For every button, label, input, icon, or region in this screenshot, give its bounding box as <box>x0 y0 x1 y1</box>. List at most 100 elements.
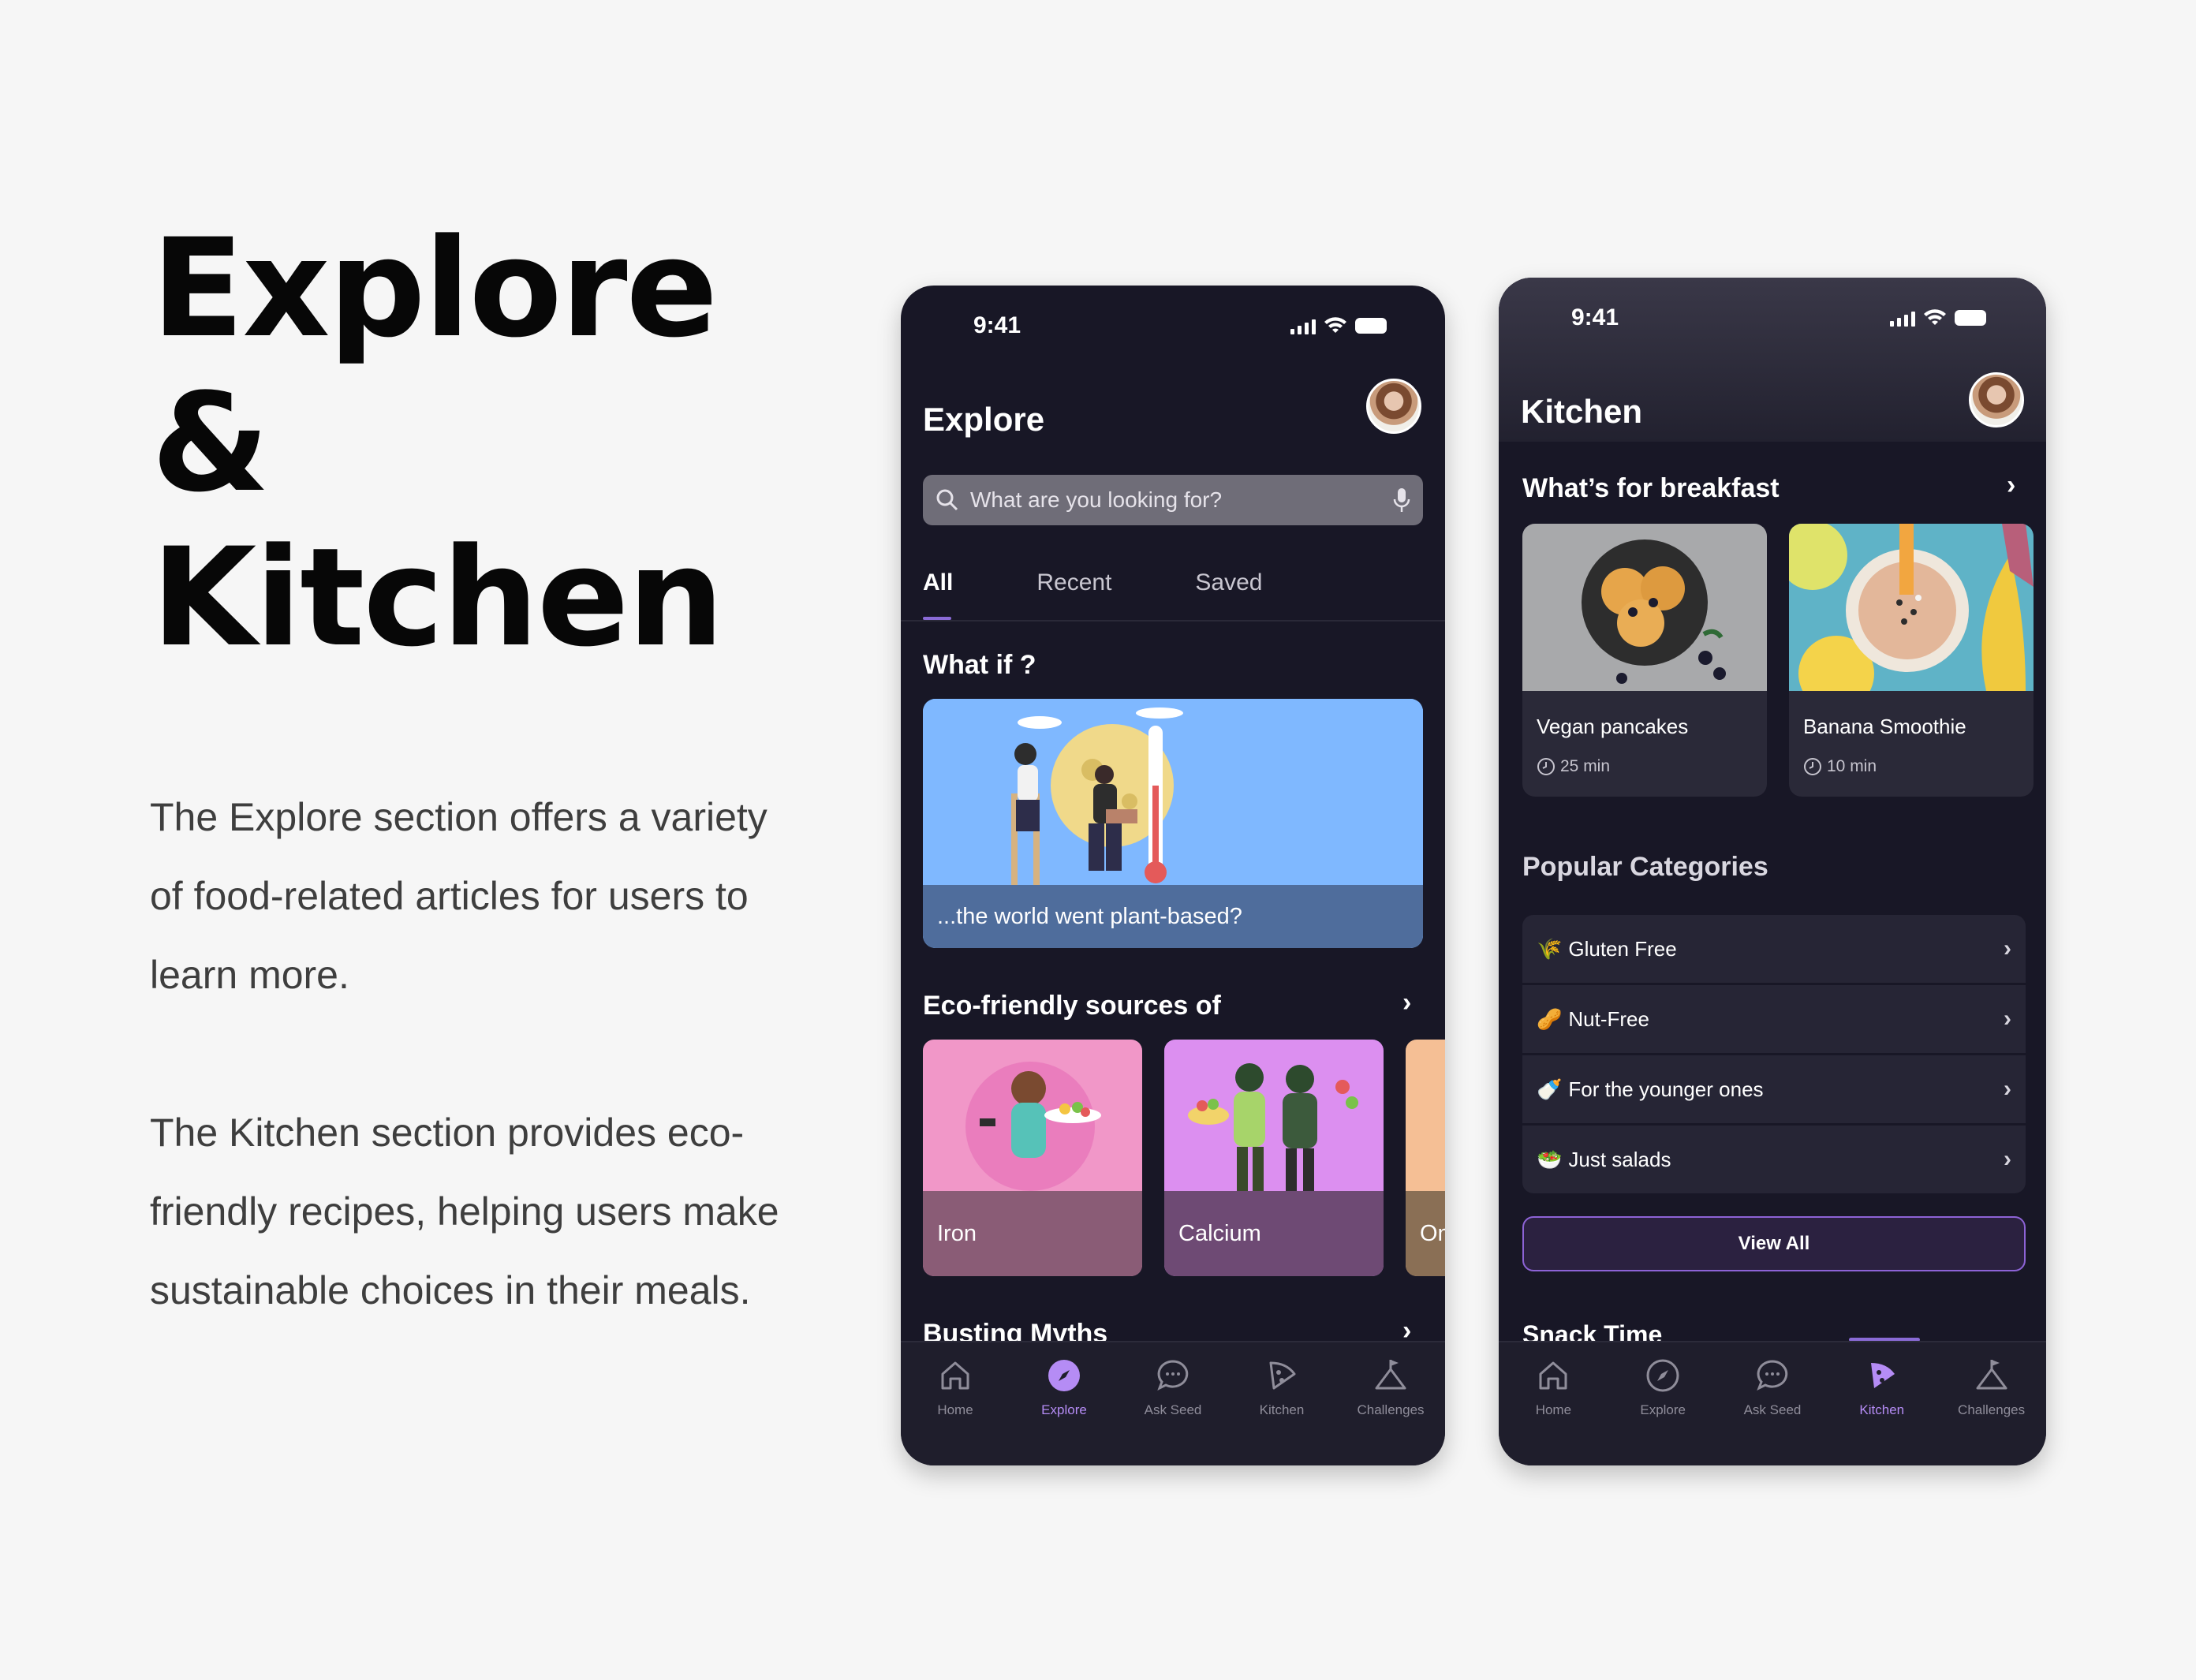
tab-bar: All Recent Saved <box>923 569 1346 596</box>
nav-home[interactable]: Home <box>908 1357 1003 1465</box>
eco-card-iron[interactable]: Iron <box>923 1040 1142 1276</box>
flag-mountain-icon <box>1976 1360 2007 1390</box>
nav-explore[interactable]: Explore <box>1615 1357 1710 1465</box>
nav-home[interactable]: Home <box>1506 1357 1600 1465</box>
microphone-icon[interactable] <box>1393 487 1410 513</box>
flag-mountain-icon <box>1375 1360 1406 1390</box>
nav-challenges[interactable]: Challenges <box>1944 1357 2039 1465</box>
nav-label: Ask Seed <box>1743 1402 1802 1417</box>
tab-saved[interactable]: Saved <box>1195 569 1262 596</box>
nav-label: Kitchen <box>1259 1402 1305 1417</box>
chevron-right-icon: › <box>2004 1006 2011 1032</box>
calcium-illustration <box>1164 1040 1384 1191</box>
eco-card-omega[interactable]: Om <box>1406 1040 1445 1276</box>
chevron-right-icon: › <box>2004 1076 2011 1102</box>
recipe-time-label: 10 min <box>1827 757 1877 775</box>
clock-icon <box>1804 758 1821 775</box>
tab-divider <box>901 620 1445 622</box>
chevron-right-icon[interactable]: › <box>1402 987 1411 1018</box>
battery-icon <box>1355 318 1387 334</box>
chat-bubble-icon <box>1157 1360 1189 1391</box>
recipe-time: 10 min <box>1803 757 1877 776</box>
wheat-icon: 🌾 <box>1537 936 1563 961</box>
category-nut-free[interactable]: 🥜 Nut-Free › <box>1522 985 2026 1053</box>
eco-card-label: Om <box>1406 1191 1445 1276</box>
category-label: Nut-Free <box>1568 1006 1649 1031</box>
page-title: Kitchen <box>1521 393 1643 430</box>
view-all-button[interactable]: View All <box>1522 1216 2026 1271</box>
recipe-card-banana-smoothie[interactable]: Banana Smoothie 10 min <box>1789 524 2034 797</box>
chevron-right-icon[interactable]: › <box>2007 470 2015 501</box>
search-placeholder: What are you looking for? <box>970 487 1223 512</box>
pizza-icon <box>1269 1361 1296 1390</box>
eco-card-label: Iron <box>923 1191 1142 1276</box>
search-input[interactable]: What are you looking for? <box>923 475 1423 525</box>
tab-recent[interactable]: Recent <box>1036 569 1111 596</box>
nav-label: Explore <box>1640 1402 1686 1417</box>
avatar[interactable] <box>1366 379 1421 434</box>
baby-bottle-icon: 🍼 <box>1537 1077 1563 1101</box>
nav-kitchen[interactable]: Kitchen <box>1234 1357 1329 1465</box>
popular-categories-title: Popular Categories <box>1522 852 1768 882</box>
pizza-icon <box>1870 1363 1895 1388</box>
signal-icon <box>1290 317 1316 334</box>
recipe-name: Banana Smoothie <box>1803 715 1966 738</box>
nav-challenges[interactable]: Challenges <box>1343 1357 1438 1465</box>
status-icons <box>1890 309 1986 327</box>
what-if-title: What if ? <box>923 650 1036 680</box>
recipe-time-label: 25 min <box>1560 757 1611 775</box>
category-label: Gluten Free <box>1568 936 1677 961</box>
avatar[interactable] <box>1969 372 2024 427</box>
tab-all[interactable]: All <box>923 569 953 596</box>
omega-illustration <box>1406 1040 1445 1191</box>
recipe-card-vegan-pancakes[interactable]: Vegan pancakes 25 min <box>1522 524 1767 797</box>
iron-illustration <box>923 1040 1142 1191</box>
home-icon <box>941 1361 969 1390</box>
status-time: 9:41 <box>973 312 1021 338</box>
page-title: Explore <box>923 401 1045 438</box>
nav-label: Home <box>937 1402 973 1417</box>
headline-line-2: & <box>151 364 270 522</box>
eco-friendly-title: Eco-friendly sources of <box>923 991 1221 1021</box>
bottom-nav: Home Explore Ask Seed Kitchen Challenges <box>901 1341 1445 1465</box>
nav-label: Ask Seed <box>1144 1402 1202 1417</box>
eco-card-calcium[interactable]: Calcium <box>1164 1040 1384 1276</box>
chevron-right-icon: › <box>2004 1146 2011 1172</box>
status-icons <box>1290 317 1387 334</box>
bottom-nav: Home Explore Ask Seed Kitchen Challenges <box>1499 1341 2046 1465</box>
nav-explore[interactable]: Explore <box>1017 1357 1111 1465</box>
explore-description: The Explore section offers a variety of … <box>150 795 767 997</box>
nav-ask-seed[interactable]: Ask Seed <box>1725 1357 1820 1465</box>
explore-phone: 9:41 Explore What are you looking for? A… <box>901 286 1445 1465</box>
compass-icon <box>1646 1359 1679 1392</box>
kitchen-description: The Kitchen section provides eco-friendl… <box>150 1111 779 1312</box>
breakfast-title: What’s for breakfast <box>1522 473 1780 503</box>
category-gluten-free[interactable]: 🌾 Gluten Free › <box>1522 915 2026 983</box>
category-younger-ones[interactable]: 🍼 For the younger ones › <box>1522 1055 2026 1123</box>
clock-icon <box>1537 758 1555 775</box>
what-if-hero-card[interactable]: ...the world went plant-based? <box>923 699 1423 948</box>
headline: Explore & Kitchen <box>151 211 861 675</box>
hero-caption: ...the world went plant-based? <box>923 885 1423 948</box>
wifi-icon <box>1924 309 1946 325</box>
compass-icon <box>1048 1360 1080 1391</box>
vegan-pancakes-image <box>1522 524 1767 691</box>
kitchen-phone: 9:41 Kitchen What’s for breakfast › Vega… <box>1499 278 2046 1465</box>
battery-icon <box>1955 310 1986 326</box>
recipe-name: Vegan pancakes <box>1537 715 1689 738</box>
wifi-icon <box>1324 317 1346 333</box>
nav-kitchen[interactable]: Kitchen <box>1835 1357 1929 1465</box>
nav-label: Challenges <box>1357 1402 1425 1417</box>
recipe-time: 25 min <box>1537 757 1610 776</box>
nav-label: Explore <box>1041 1402 1087 1417</box>
eco-card-label: Calcium <box>1164 1191 1384 1276</box>
nav-ask-seed[interactable]: Ask Seed <box>1126 1357 1220 1465</box>
status-time: 9:41 <box>1571 304 1619 330</box>
nav-label: Kitchen <box>1859 1402 1905 1417</box>
banana-smoothie-image <box>1789 524 2034 711</box>
category-just-salads[interactable]: 🥗 Just salads › <box>1522 1126 2026 1193</box>
salad-icon: 🥗 <box>1537 1147 1563 1171</box>
signal-icon <box>1890 309 1915 327</box>
category-label: For the younger ones <box>1568 1077 1764 1101</box>
headline-line-3: Kitchen <box>151 518 724 677</box>
